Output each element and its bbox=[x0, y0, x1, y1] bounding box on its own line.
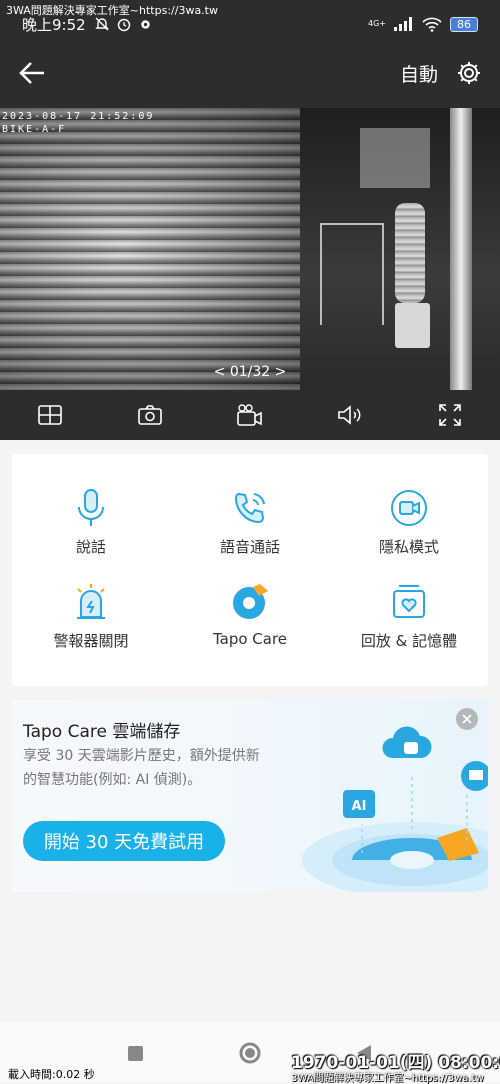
network-type: 4G+ bbox=[368, 19, 386, 28]
pole-shape bbox=[450, 108, 472, 390]
speaker-button[interactable] bbox=[335, 400, 365, 430]
recents-square-icon[interactable] bbox=[128, 1046, 143, 1061]
wifi-icon bbox=[422, 17, 442, 32]
tapo-care-icon bbox=[233, 584, 268, 619]
top-bar: 3WA問題解決專家工作室~https://3wa.tw 晚上9:52 4G+ 8… bbox=[0, 0, 500, 108]
phone-call-icon bbox=[234, 492, 265, 524]
signal-icon bbox=[394, 17, 412, 31]
tapo-care-button[interactable]: Tapo Care bbox=[171, 580, 329, 648]
playback-memory-label: 回放 & 記憶體 bbox=[360, 632, 458, 650]
playback-icon bbox=[393, 585, 425, 618]
siren-off-label: 警報器關閉 bbox=[53, 632, 129, 650]
footer-watermark: 3WA問題解決專家工作室~https://3wa.tw bbox=[291, 1073, 484, 1084]
fullscreen-icon bbox=[439, 404, 461, 426]
record-button[interactable] bbox=[235, 400, 265, 430]
privacy-mode-button[interactable]: 隱私模式 bbox=[330, 486, 488, 557]
talk-label: 說話 bbox=[75, 538, 106, 556]
gear-small-icon bbox=[140, 19, 150, 29]
promo-description: 享受 30 天雲端影片歷史，額外提供新的智慧功能(例如: AI 偵測)。 bbox=[23, 748, 260, 788]
snapshot-button[interactable] bbox=[135, 400, 165, 430]
camera-live-view[interactable]: 2023-08-17 21:52:09 BIKE-A-F < 01/32 > bbox=[0, 108, 500, 390]
status-time: 晚上9:52 bbox=[22, 15, 86, 34]
promo-title: Tapo Care 雲端儲存 bbox=[23, 722, 181, 742]
bell-muted-icon bbox=[94, 17, 109, 31]
siren-off-button[interactable]: 警報器關閉 bbox=[12, 580, 170, 651]
video-timestamp: 2023-08-17 21:52:09 bbox=[2, 111, 155, 122]
playback-memory-button[interactable]: 回放 & 記憶體 bbox=[330, 580, 488, 651]
siren-icon bbox=[77, 584, 105, 619]
video-pager[interactable]: < 01/32 > bbox=[0, 364, 500, 380]
load-time-text: 載入時間:0.02 秒 bbox=[8, 1068, 95, 1081]
snapshot-icon bbox=[138, 405, 162, 425]
room-image bbox=[300, 108, 500, 390]
sheet-shape bbox=[360, 128, 430, 188]
privacy-camera-icon bbox=[391, 490, 427, 526]
microphone-icon bbox=[78, 489, 104, 526]
status-bar: 晚上9:52 4G+ 86 bbox=[22, 14, 478, 34]
back-arrow-icon[interactable] bbox=[18, 59, 46, 87]
start-trial-button[interactable]: 開始 30 天免費試用 bbox=[23, 821, 225, 861]
status-icons bbox=[94, 16, 153, 32]
voice-call-button[interactable]: 語音通話 bbox=[171, 486, 329, 557]
video-toolbar bbox=[0, 390, 500, 440]
battery-badge: 86 bbox=[450, 16, 478, 32]
home-circle-icon[interactable] bbox=[239, 1042, 261, 1064]
grid-icon bbox=[38, 405, 62, 425]
settings-gear-icon[interactable] bbox=[456, 60, 482, 86]
grid-view-button[interactable] bbox=[35, 400, 65, 430]
privacy-mode-label: 隱私模式 bbox=[378, 538, 439, 556]
ai-badge-text: AI bbox=[352, 799, 367, 814]
talk-button[interactable]: 說話 bbox=[12, 486, 170, 557]
header: 自動 bbox=[18, 55, 482, 91]
bucket-shape bbox=[395, 303, 430, 348]
speaker-icon bbox=[338, 405, 361, 425]
camera-name: BIKE-A-F bbox=[2, 124, 67, 135]
status-right: 4G+ 86 bbox=[368, 16, 478, 32]
video-osd: 2023-08-17 21:52:09 BIKE-A-F bbox=[2, 110, 154, 136]
duct-shape bbox=[395, 203, 425, 303]
cloud-ai-illustration: AI bbox=[302, 724, 488, 892]
shutter-shade bbox=[0, 108, 305, 390]
fullscreen-button[interactable] bbox=[435, 400, 465, 430]
table-shape bbox=[320, 223, 384, 325]
mode-auto-label[interactable]: 自動 bbox=[400, 60, 438, 87]
voice-call-label: 語音通話 bbox=[219, 538, 280, 556]
tapo-care-label: Tapo Care bbox=[212, 630, 288, 648]
alarm-clock-icon bbox=[117, 18, 130, 32]
feature-grid: 說話 語音通話 隱私模式 警報器關閉 Tapo Care 回放 & 記憶體 bbox=[12, 454, 488, 686]
tapo-care-promo-card: Tapo Care 雲端儲存 享受 30 天雲端影片歷史，額外提供新的智慧功能(… bbox=[12, 700, 488, 892]
record-icon bbox=[237, 404, 262, 426]
